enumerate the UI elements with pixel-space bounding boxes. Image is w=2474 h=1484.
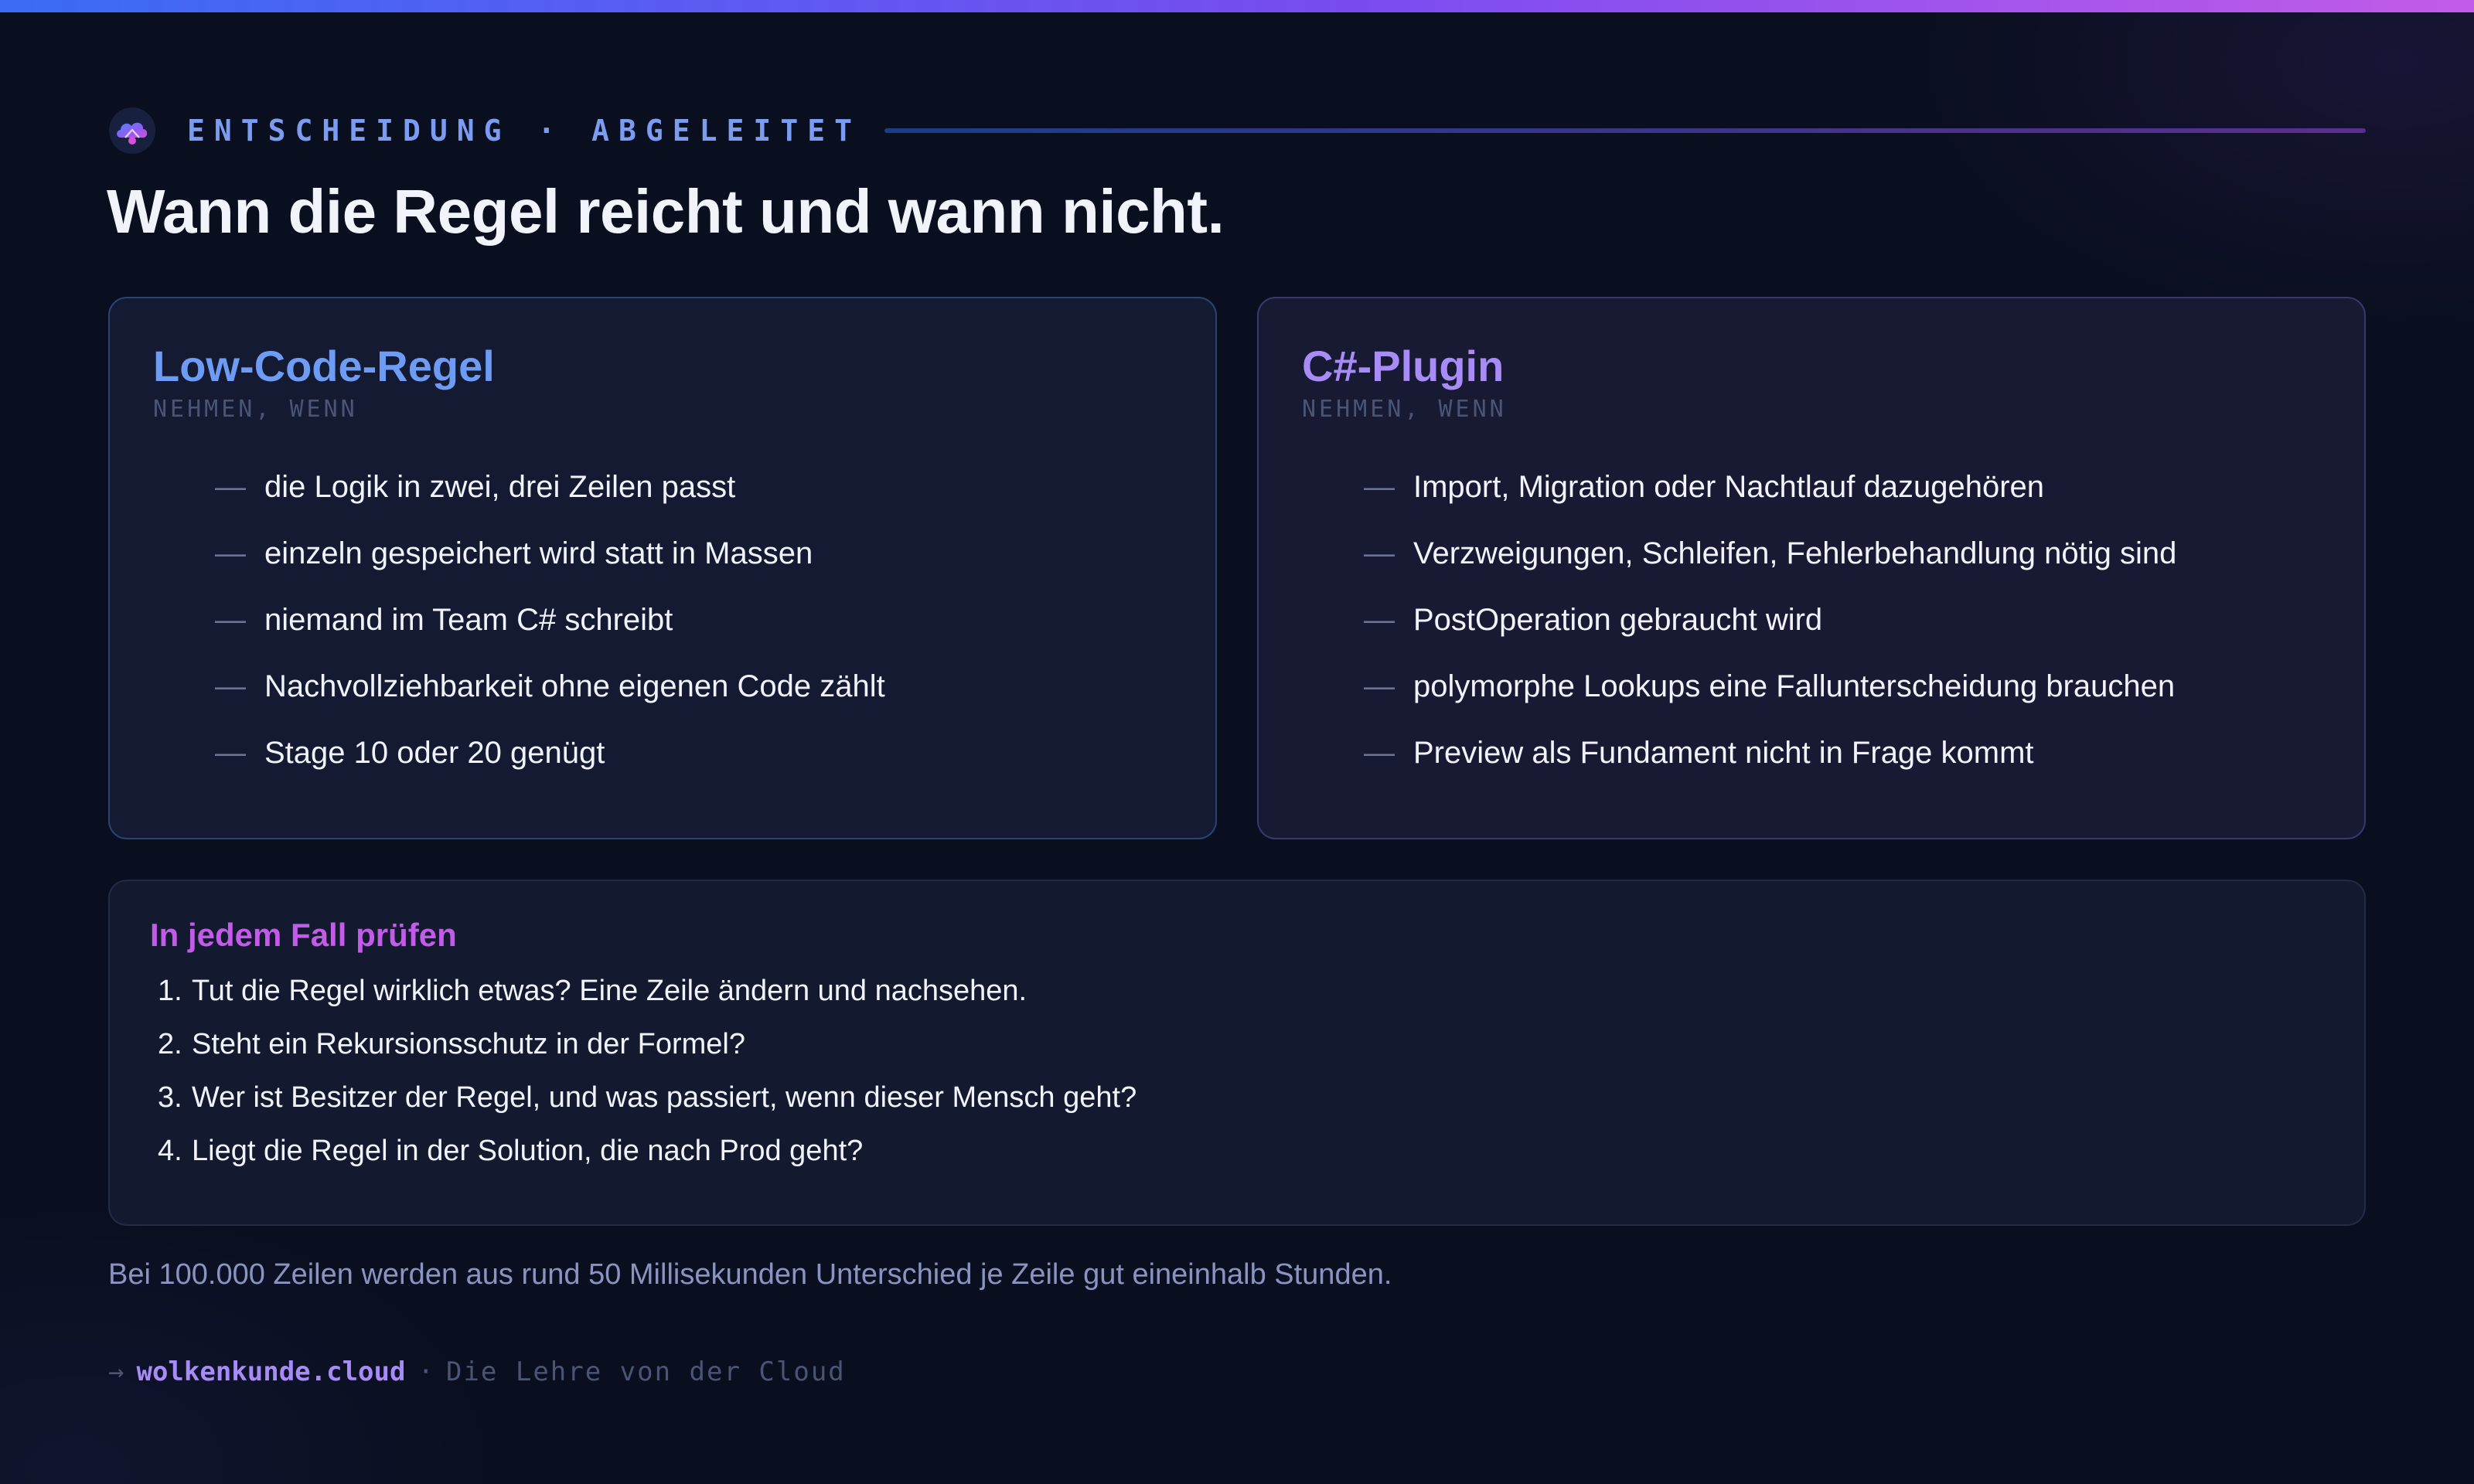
dash-marker: —: [1364, 669, 1395, 704]
item-text: Steht ein Rekursionsschutz in der Formel…: [192, 1028, 745, 1060]
dash-marker: —: [1364, 603, 1395, 638]
list-item-text: die Logik in zwei, drei Zeilen passt: [264, 470, 736, 505]
list-item: — Stage 10 oder 20 genügt: [215, 720, 1172, 786]
list-item: — PostOperation gebraucht wird: [1364, 587, 2321, 653]
checklist-panel: In jedem Fall prüfen 1. Tut die Regel wir…: [108, 880, 2366, 1226]
checklist-item: 3. Wer ist Besitzer der Regel, und was pa…: [158, 1071, 2324, 1125]
checklist-item: 1. Tut die Regel wirklich etwas? Eine Zei…: [158, 965, 2324, 1018]
list-item: — die Logik in zwei, drei Zeilen passt: [215, 454, 1172, 520]
card-title: Low-Code-Regel: [153, 342, 495, 390]
list-item-text: PostOperation gebraucht wird: [1413, 603, 1823, 638]
dash-marker: —: [215, 536, 246, 571]
footer: → wolkenkunde.cloud · Die Lehre von der …: [108, 1353, 846, 1391]
list-item: — Nachvollziehbarkeit ohne eigenen Code z…: [215, 653, 1172, 720]
checklist-title: In jedem Fall prüfen: [150, 917, 457, 953]
bullet-list: — die Logik in zwei, drei Zeilen passt — e…: [153, 454, 1172, 786]
checklist-item: 4. Liegt die Regel in der Solution, die n…: [158, 1125, 2324, 1178]
item-number: 3.: [158, 1081, 182, 1114]
footnote: Bei 100.000 Zeilen werden aus rund 50 Mi…: [108, 1258, 1392, 1291]
list-item: — polymorphe Lookups eine Fallunterscheid…: [1364, 653, 2321, 720]
item-text: Tut die Regel wirklich etwas? Eine Zeile…: [192, 975, 1027, 1007]
dash-marker: —: [1364, 736, 1395, 771]
bullet-list: — Import, Migration oder Nachtlauf dazuge…: [1302, 454, 2321, 786]
list-item: — Preview als Fundament nicht in Frage ko…: [1364, 720, 2321, 786]
item-number: 2.: [158, 1028, 182, 1060]
item-text: Liegt die Regel in der Solution, die nac…: [192, 1135, 864, 1167]
item-number: 1.: [158, 975, 182, 1007]
eyebrow-divider: [884, 128, 2366, 133]
list-item-text: polymorphe Lookups eine Fallunterscheidu…: [1413, 669, 2176, 704]
item-number: 4.: [158, 1135, 182, 1167]
list-item-text: Import, Migration oder Nachtlauf dazugeh…: [1413, 470, 2045, 505]
card-csharp-plugin: C#-Plugin NEHMEN, WENN — Import, Migratio…: [1257, 297, 2366, 839]
footer-site-link[interactable]: wolkenkunde.cloud: [136, 1356, 405, 1387]
list-item: — Import, Migration oder Nachtlauf dazuge…: [1364, 454, 2321, 520]
page-title: Wann die Regel reicht und wann nicht.: [107, 177, 1225, 246]
list-item-text: Verzweigungen, Schleifen, Fehlerbehandlu…: [1413, 536, 2177, 571]
card-subtitle: NEHMEN, WENN: [153, 396, 358, 424]
checklist-item: 2. Steht ein Rekursionsschutz in der Form…: [158, 1018, 2324, 1071]
card-subtitle: NEHMEN, WENN: [1302, 396, 1507, 424]
card-low-code-rule: Low-Code-Regel NEHMEN, WENN — die Logik i…: [108, 297, 1217, 839]
cloud-logo-icon: [109, 107, 155, 154]
list-item-text: Nachvollziehbarkeit ohne eigenen Code zä…: [264, 669, 885, 704]
card-title: C#-Plugin: [1302, 342, 1505, 390]
item-text: Wer ist Besitzer der Regel, und was pass…: [192, 1081, 1137, 1114]
footer-separator: ·: [417, 1356, 434, 1387]
dash-marker: —: [215, 736, 246, 771]
top-accent-bar: [0, 0, 2474, 12]
list-item: — Verzweigungen, Schleifen, Fehlerbehandl…: [1364, 520, 2321, 587]
dash-marker: —: [215, 470, 246, 505]
dash-marker: —: [1364, 536, 1395, 571]
dash-marker: —: [215, 669, 246, 704]
checklist: 1. Tut die Regel wirklich etwas? Eine Zei…: [150, 965, 2324, 1178]
list-item-text: niemand im Team C# schreibt: [264, 603, 673, 638]
footer-tagline: Die Lehre von der Cloud: [445, 1356, 846, 1387]
dash-marker: —: [215, 603, 246, 638]
eyebrow-label: ENTSCHEIDUNG · ABGELEITET: [187, 114, 861, 148]
eyebrow-row: ENTSCHEIDUNG · ABGELEITET: [108, 107, 2366, 155]
list-item: — einzeln gespeichert wird statt in Masse…: [215, 520, 1172, 587]
arrow-icon: →: [108, 1356, 124, 1387]
list-item: — niemand im Team C# schreibt: [215, 587, 1172, 653]
list-item-text: Preview als Fundament nicht in Frage kom…: [1413, 736, 2034, 771]
dash-marker: —: [1364, 470, 1395, 505]
list-item-text: einzeln gespeichert wird statt in Massen: [264, 536, 813, 571]
list-item-text: Stage 10 oder 20 genügt: [264, 736, 605, 771]
